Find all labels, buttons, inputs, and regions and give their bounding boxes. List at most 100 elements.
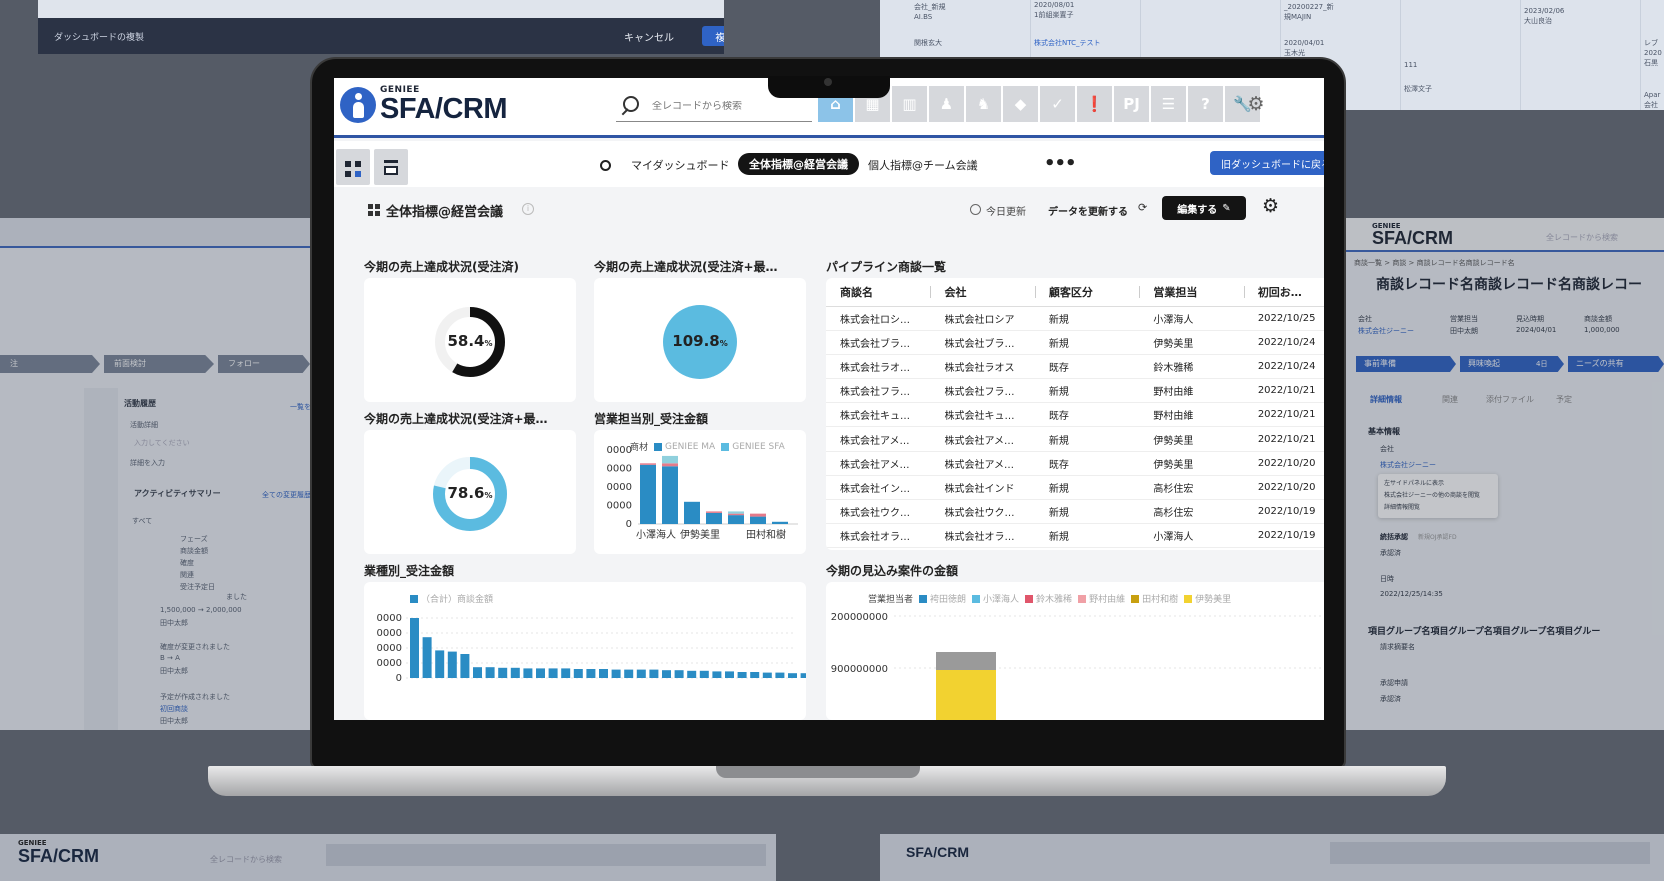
widget-forecast-amount[interactable]: 営業担当者 袴田徳朗 小澤海人 鈴木雅稀 野村由維 田村和樹 伊勢美里 200000000… [826,582,1324,720]
column-header[interactable]: 商談名 [826,278,931,307]
table-row[interactable]: 株式会社アメ… 株式会社アメ… 既存 伊勢美里 2022/10/20 [826,451,1324,476]
help-icon[interactable]: ? [1188,86,1223,122]
bg-approval-label: 統括承認 [1380,533,1408,541]
y-tick-label: 0000 [377,613,402,624]
widget-sales-achievement[interactable]: 58.4% [364,278,576,402]
widget-title: 今期の売上達成状況(受注済+最… [594,260,778,274]
bg-tab: 予定 [1556,395,1572,404]
column-header[interactable]: 初回お… [1243,278,1324,307]
table-cell: 株式会社ウク… [930,499,1035,525]
bar [936,670,996,720]
table-row[interactable]: 株式会社オラ… 株式会社オラ… 新規 小澤海人 2022/10/19 [826,523,1324,549]
camera-icon [824,78,832,86]
bg-field-value: 田中太朗 [1450,327,1478,335]
table-row[interactable]: 株式会社ラオ… 株式会社ラオス 既存 鈴木雅稀 2022/10/24 [826,354,1324,380]
clipboard-icon[interactable]: ✓ [1040,86,1075,122]
bg-activity-history: 活動履歴 [124,399,156,408]
pipeline-table-card[interactable]: 商談名 会社 顧客区分 営業担当 初回お… 株式会社ロシ… 株式会社ロシア 新規 小澤海人 20… [826,278,1324,550]
bg-dialog-upper [38,0,724,18]
box-icon[interactable]: ◆ [1003,86,1038,122]
bg-field-value: 1,000,000 [1584,326,1620,334]
widget-sales-forecast-achievement[interactable]: 109.8% [594,278,806,402]
board-toolbar: 全体指標@経営会議 i 今日更新 データを更新する ⟳ 編集する ✎ ⚙ [334,187,1324,241]
legend-label: GENIEE MA [665,441,716,452]
widget-sales-forecast-achievement-2[interactable]: 78.6% [364,430,576,554]
refresh-icon[interactable]: ⟳ [1138,201,1147,214]
table-cell: 2022/10/21 [1243,378,1324,404]
table-row[interactable]: 株式会社キュ… 株式会社キュ… 既存 野村由維 2022/10/21 [826,402,1324,428]
bar [936,652,996,670]
list-icon[interactable]: ☰ [1151,86,1186,122]
tab-personal-metrics[interactable]: 個人指標@チーム会議 [868,157,978,173]
bg-cell: 2020/08/01 1前組楽置子 [1034,1,1075,19]
bg-event-detail: B → A [160,654,180,662]
table-cell: 新規 [1034,475,1140,501]
table-row[interactable]: 株式会社ウク… 株式会社ウク… 新規 高杉住宏 2022/10/19 [826,499,1324,525]
y-tick-label: 0000 [607,501,632,512]
bar [573,669,583,678]
bg-bottom-right-header: SFA/CRM [880,834,1664,881]
bg-apply-label: 承認申請 [1380,679,1408,687]
meeting-icon[interactable]: ♞ [966,86,1001,122]
bg-search: 全レコードから検索 [210,855,282,864]
board-settings-icon[interactable]: ⚙ [1262,195,1279,217]
table-row[interactable]: 株式会社ブラ… 株式会社ブラ… 新規 伊勢美里 2022/10/24 [826,330,1324,355]
bar [485,667,495,678]
building-icon[interactable]: ▥ [892,86,927,122]
tab-company-metrics[interactable]: 全体指標@経営会議 [738,153,859,175]
table-row[interactable]: 株式会社フラ… 株式会社フラ… 新規 野村由維 2022/10/21 [826,378,1324,404]
widget-title: パイプライン商談一覧 [826,260,947,274]
bar [684,501,700,524]
pie-value: 109.8% [594,332,806,350]
widget-sales-by-industry[interactable]: （合計）商談金額 0000 0000 0000 0000 0 [364,582,806,720]
bar [750,516,766,524]
bar [788,673,797,678]
table-cell: 2022/10/20 [1243,451,1324,476]
list-view-button[interactable] [374,149,408,185]
legend-swatch [721,442,730,451]
people-icon[interactable]: ♟ [929,86,964,122]
bg-company-value: 株式会社ジーニー [1380,461,1436,469]
bar [775,672,785,678]
table-cell: 高杉住宏 [1139,475,1244,501]
search-input[interactable] [652,101,802,112]
widget-title: 営業担当別_受注金額 [594,412,709,426]
pie-value-number: 109.8 [672,332,720,350]
info-icon[interactable]: i [522,203,534,215]
refresh-data-button[interactable]: データを更新する [1048,203,1128,218]
bg-event-text: 1,500,000 → 2,000,000 [160,606,242,614]
bg-tab: 添付ファイル [1486,395,1534,404]
table-cell: 伊勢美里 [1139,330,1244,355]
table-row[interactable]: 株式会社カナ…株式会社カナダ既存伊勢美里2022/10/19 [826,547,1324,550]
bar [640,463,656,465]
table-row[interactable]: 株式会社イン… 株式会社インド 新規 高杉住宏 2022/10/20 [826,475,1324,501]
bg-event-text: 予定が作成されました [160,693,230,701]
table-cell: 小澤海人 [1139,523,1244,549]
table-cell: 株式会社アメ… [826,426,931,452]
old-dashboard-button[interactable]: 旧ダッシュボードに戻る [1210,151,1324,175]
alert-icon[interactable]: ❗ [1077,86,1112,122]
bar [706,511,722,513]
y-tick-label: 0000 [607,445,632,456]
table-row[interactable]: 株式会社アメ… 株式会社アメ… 新規 伊勢美里 2022/10/21 [826,426,1324,452]
grid-view-button[interactable] [336,149,370,185]
widget-sales-by-rep[interactable]: 商材 GENIEE MA GENIEE SFA 0000 0000 0000 0000… [594,430,806,554]
column-header[interactable]: 営業担当 [1139,278,1244,307]
column-header[interactable]: 会社 [930,278,1035,307]
app-logo[interactable]: GENIEE SFA/CRM [340,86,508,124]
tab-my-dashboard[interactable]: マイダッシュボード [631,157,730,173]
table-cell: 野村由維 [1139,402,1244,428]
bg-dim-overlay [0,218,310,730]
more-tabs-icon[interactable]: ••• [1044,153,1077,174]
table-row[interactable]: 株式会社ロシ… 株式会社ロシア 新規 小澤海人 2022/10/25 [826,306,1324,331]
tab-search-icon[interactable] [600,157,611,175]
project-icon[interactable]: PJ [1114,86,1149,122]
legend-swatch [1131,594,1140,603]
table-cell: 小澤海人 [1139,306,1244,331]
bg-step: 興味喚起 [1460,356,1564,372]
bg-col-divider [1520,0,1521,110]
gear-icon[interactable]: ⚙ [1244,92,1268,116]
laptop-opening-notch [716,766,920,778]
column-header[interactable]: 顧客区分 [1034,278,1140,307]
edit-button[interactable]: 編集する ✎ [1162,196,1246,220]
